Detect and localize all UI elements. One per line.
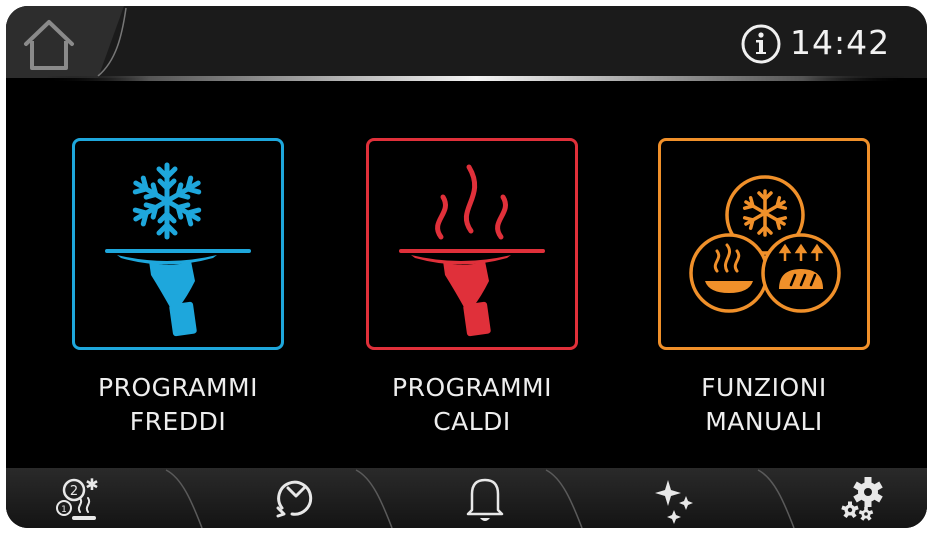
tile-funzioni-manuali[interactable] xyxy=(658,138,870,350)
label-programmi-caldi: PROGRAMMI CALDI xyxy=(342,371,602,439)
svg-text:1: 1 xyxy=(61,505,67,515)
nav-settings-button[interactable] xyxy=(816,468,926,528)
home-icon xyxy=(24,20,74,70)
multi-program-icon: 2 1 ✱ xyxy=(56,475,99,520)
label-line-1: FUNZIONI xyxy=(701,373,827,402)
cold-serving-icon xyxy=(105,162,251,337)
nav-cleaning-button[interactable] xyxy=(628,468,738,528)
label-line-2: FREDDI xyxy=(129,407,227,436)
clock: 14:42 xyxy=(790,23,891,62)
tile-programmi-caldi[interactable] xyxy=(366,138,578,350)
header-divider xyxy=(46,76,906,81)
tile-programmi-freddi[interactable] xyxy=(72,138,284,350)
label-line-1: PROGRAMMI xyxy=(392,373,552,402)
label-line-2: CALDI xyxy=(433,407,511,436)
info-icon xyxy=(741,24,781,64)
label-line-2: MANUALI xyxy=(705,407,823,436)
nav-timer-button[interactable] xyxy=(244,468,354,528)
nav-alarm-button[interactable] xyxy=(434,468,544,528)
label-funzioni-manuali: FUNZIONI MANUALI xyxy=(634,371,894,439)
screen: 14:42 PROGRAMMI FREDDI PROGRAMMI CALDI F… xyxy=(6,6,927,528)
manual-functions-icon xyxy=(689,175,841,313)
bell-icon xyxy=(466,478,504,521)
sparkle-icon xyxy=(655,480,693,524)
tab-divider xyxy=(97,7,127,77)
info-button[interactable] xyxy=(740,23,782,65)
top-bar: 14:42 xyxy=(6,6,927,78)
label-line-1: PROGRAMMI xyxy=(98,373,258,402)
svg-text:2: 2 xyxy=(70,484,78,499)
settings-icon xyxy=(841,477,883,521)
timer-icon xyxy=(276,480,313,518)
nav-multi-program-button[interactable]: 2 1 ✱ xyxy=(44,468,154,528)
label-programmi-freddi: PROGRAMMI FREDDI xyxy=(48,371,308,439)
hot-serving-icon xyxy=(399,164,545,337)
svg-text:✱: ✱ xyxy=(85,475,98,494)
home-button[interactable] xyxy=(14,14,84,74)
